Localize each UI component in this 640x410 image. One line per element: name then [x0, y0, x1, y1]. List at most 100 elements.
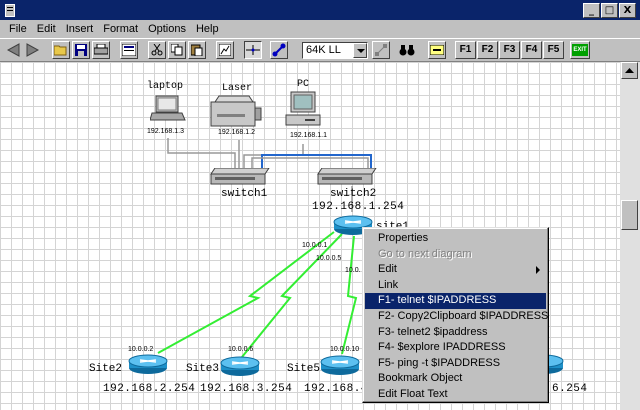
link-speed-value: 64K LL — [306, 44, 341, 56]
context-menu-item-properties[interactable]: Properties — [365, 231, 546, 247]
exit-label: EXIT — [572, 44, 588, 56]
site3-link-ip: 10.0.0.6 — [228, 346, 254, 353]
context-menu-item-link[interactable]: Link — [365, 278, 546, 294]
router-icon[interactable] — [320, 355, 362, 377]
f3-button[interactable]: F3 — [499, 41, 520, 59]
link-speed-select[interactable]: 64K LL — [302, 42, 368, 59]
context-menu-item-label: Edit — [378, 263, 397, 276]
link-tool-icon[interactable] — [270, 41, 288, 59]
context-menu-item-edit[interactable]: Edit — [365, 262, 546, 278]
open-folder-icon[interactable] — [52, 41, 70, 59]
forward-arrow-icon[interactable] — [24, 41, 42, 59]
context-menu-item-label: F2- Copy2Clipboard $IPADDRESS — [378, 309, 549, 322]
exit-button[interactable]: EXIT — [570, 41, 590, 59]
scroll-thumb[interactable] — [621, 200, 638, 230]
switch2-name: switch2 — [330, 188, 377, 200]
label-icon[interactable] — [428, 41, 446, 59]
context-menu-item-label: Go to next diagram — [378, 247, 472, 260]
site3-name: Site3 — [186, 363, 220, 375]
site2-name: Site2 — [89, 363, 123, 375]
context-menu-item-f5-ping[interactable]: F5- ping -t $IPADDRESS — [365, 356, 546, 372]
context-menu-item-bookmark-object[interactable]: Bookmark Object — [365, 371, 546, 387]
menu-insert[interactable]: Insert — [61, 23, 99, 35]
system-menu-icon[interactable] — [5, 4, 15, 17]
wan-link-site2 — [157, 231, 335, 354]
site1-link-ip-2: 10.0.0.5 — [316, 255, 342, 262]
menu-bar: File Edit Insert Format Options Help — [0, 20, 640, 38]
switch-icon[interactable] — [316, 168, 378, 188]
cut-icon[interactable] — [148, 41, 166, 59]
copy-icon[interactable] — [168, 41, 186, 59]
f2-button[interactable]: F2 — [477, 41, 498, 59]
submenu-arrow-icon — [536, 266, 540, 275]
site5-link-ip: 10.0.0.10 — [330, 346, 360, 353]
switch1-name: switch1 — [221, 188, 268, 200]
link-pc-switch1 — [243, 144, 304, 170]
properties-icon[interactable] — [120, 41, 138, 59]
context-menu-item-label: Bookmark Object — [378, 372, 463, 385]
f5-button[interactable]: F5 — [543, 41, 564, 59]
context-menu-item-f1-telnet[interactable]: F1- telnet $IPADDRESS — [365, 293, 546, 309]
f4-button[interactable]: F4 — [521, 41, 542, 59]
site5-name: Site5 — [287, 363, 321, 375]
save-disk-icon[interactable] — [72, 41, 90, 59]
context-menu-item-label: Properties — [378, 232, 429, 244]
maximize-button[interactable]: □ — [601, 3, 618, 18]
chevron-down-icon[interactable] — [353, 43, 367, 58]
site3-lan-ip: 192.168.3.254 — [200, 383, 293, 395]
back-arrow-icon[interactable] — [4, 41, 22, 59]
context-menu-item-go-to-next-diagram: Go to next diagram — [365, 247, 546, 263]
chart-icon[interactable] — [216, 41, 234, 59]
context-menu: Properties Go to next diagram Edit Link F1- … — [362, 227, 549, 403]
wan-link-site3 — [241, 233, 343, 358]
site2-lan-ip: 192.168.2.254 — [103, 383, 196, 395]
context-menu-item-f2-copy2clipboard[interactable]: F2- Copy2Clipboard $IPADDRESS — [365, 309, 549, 325]
laser-ip: 192.168.1.2 — [218, 129, 255, 136]
print-icon[interactable] — [92, 41, 110, 59]
context-menu-item-label: F3- telnet2 $ipaddress — [378, 325, 488, 338]
context-menu-item-label: F4- $explore IPADDRESS — [378, 341, 506, 354]
site1-link-ip-1: 10.0.0.1 — [302, 242, 328, 249]
pc-ip: 192.168.1.1 — [290, 132, 327, 139]
connect-tool-icon[interactable] — [244, 41, 262, 59]
context-menu-item-f3-telnet2[interactable]: F3- telnet2 $ipaddress — [365, 325, 546, 341]
menu-help[interactable]: Help — [191, 23, 224, 35]
toolbar: 64K LL F1 F2 F3 F4 F5 EXIT — [0, 38, 640, 62]
pc-icon[interactable] — [285, 90, 321, 132]
wan-link-site5 — [341, 235, 358, 355]
paste-icon[interactable] — [188, 41, 206, 59]
menu-options[interactable]: Options — [143, 23, 191, 35]
context-menu-item-label: F1- telnet $IPADDRESS — [378, 294, 497, 307]
window-controls: _ □ X — [583, 3, 636, 18]
menu-file[interactable]: File — [4, 23, 32, 35]
switch-icon[interactable] — [209, 168, 271, 188]
laptop-icon[interactable] — [150, 94, 186, 124]
f1-button[interactable]: F1 — [455, 41, 476, 59]
binoculars-icon[interactable] — [398, 41, 416, 59]
laptop-name: laptop — [147, 81, 184, 92]
scroll-up-button[interactable] — [621, 62, 638, 79]
context-menu-item-label: F5- ping -t $IPADDRESS — [378, 356, 501, 369]
printer-icon[interactable] — [209, 94, 263, 128]
router-icon[interactable] — [128, 354, 170, 376]
minimize-button[interactable]: _ — [583, 3, 600, 18]
diagram-canvas[interactable]: laptop 192.168.1.3 Laser 192.168.1.2 PC … — [0, 62, 620, 410]
menu-edit[interactable]: Edit — [32, 23, 61, 35]
context-menu-item-f4-explore[interactable]: F4- $explore IPADDRESS — [365, 340, 546, 356]
laptop-ip: 192.168.1.3 — [147, 128, 184, 135]
title-bar: _ □ X — [0, 0, 640, 20]
site5-lan-ip: 192.168.4 — [304, 383, 368, 395]
context-menu-item-label: Link — [378, 278, 399, 291]
router-icon[interactable] — [220, 356, 262, 378]
context-menu-item-edit-float-text[interactable]: Edit Float Text — [365, 387, 546, 403]
pc-name: PC — [297, 79, 310, 90]
close-button[interactable]: X — [619, 3, 636, 18]
node-link-icon[interactable] — [372, 41, 390, 59]
context-menu-item-label: Edit Float Text — [378, 387, 448, 400]
vertical-scrollbar[interactable] — [620, 62, 640, 410]
site2-link-ip: 10.0.0.2 — [128, 346, 154, 353]
laser-name: Laser — [222, 83, 253, 94]
site6-lan-ip: 6.254 — [552, 383, 588, 395]
menu-format[interactable]: Format — [98, 23, 143, 35]
site1-link-ip-3: 10.0. — [345, 267, 361, 274]
